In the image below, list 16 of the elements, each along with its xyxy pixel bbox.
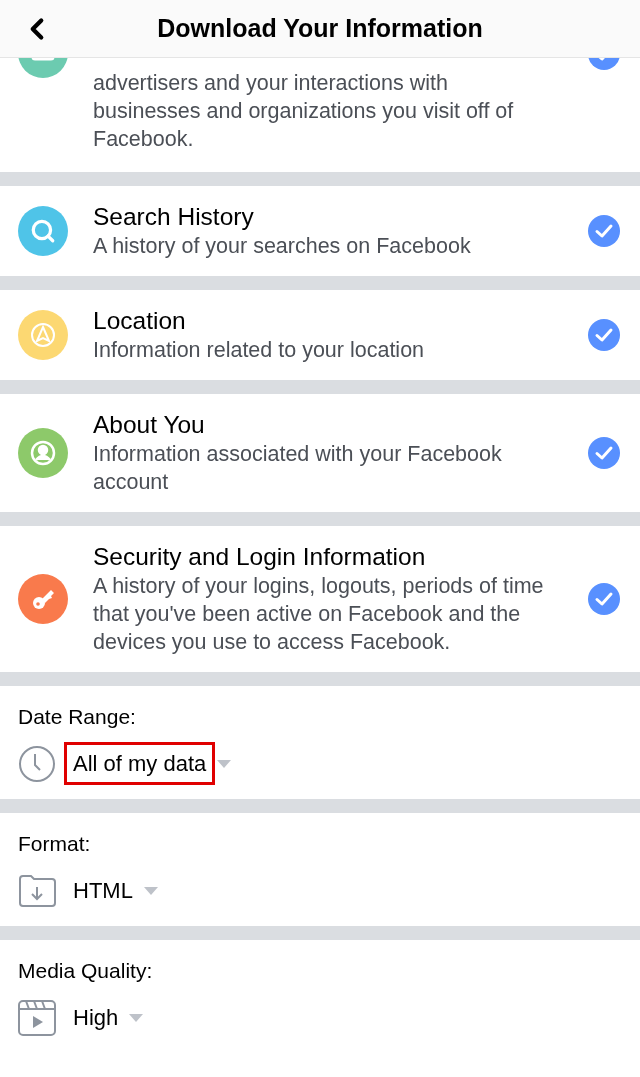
category-description: Information associated with your Facebook account xyxy=(93,441,503,496)
category-title: Security and Login Information xyxy=(93,542,426,572)
category-title: Search History xyxy=(93,202,254,232)
category-description: A history of your searches on Facebook xyxy=(93,233,471,260)
category-description: Information related to your location xyxy=(93,337,425,364)
dropdown-button[interactable]: HTML xyxy=(64,869,142,912)
option-label: Format: xyxy=(18,831,92,857)
dropdown-button[interactable]: High xyxy=(64,996,128,1039)
category-title: Location xyxy=(93,306,186,336)
category-description: A history of your logins, logouts, periods of time that you've been active on Facebook and the devices you use to access Facebook. xyxy=(93,573,545,656)
option-label: Media Quality: xyxy=(18,958,154,984)
category-title: About You xyxy=(93,410,205,440)
option-label: Date Range: xyxy=(18,704,137,730)
dropdown-button[interactable]: All of my data xyxy=(64,742,216,785)
page-title: Download Your Information xyxy=(157,12,483,44)
category-description: advertisers and your interactions with businesses and organizations you visit off of Facebook. xyxy=(93,70,515,153)
